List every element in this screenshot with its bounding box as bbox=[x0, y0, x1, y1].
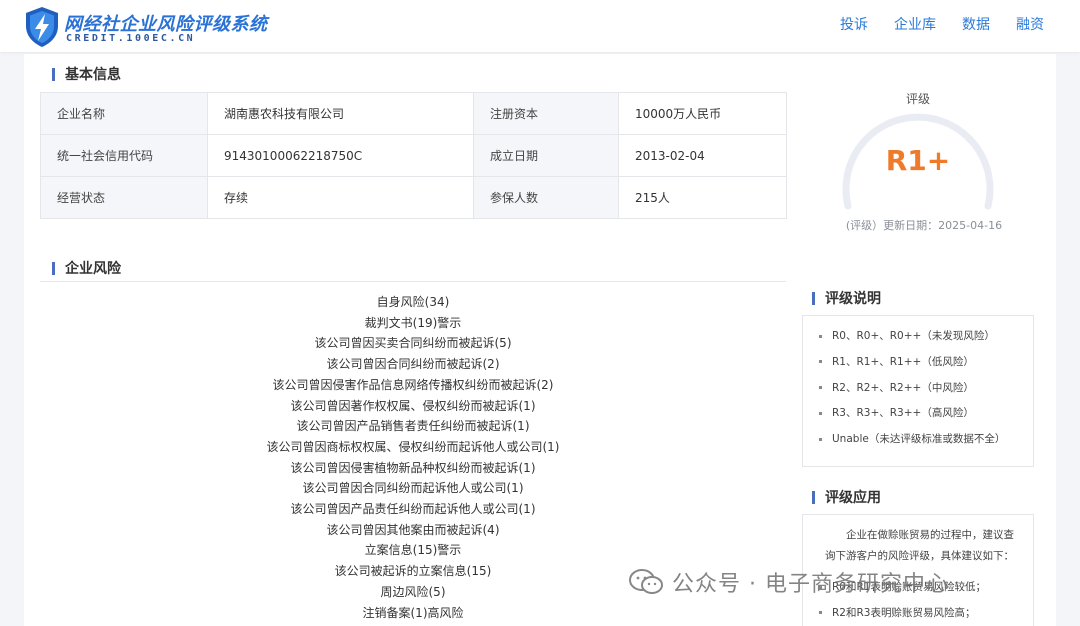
rating-desc-title: 评级说明 bbox=[825, 291, 881, 307]
list-item[interactable]: 该公司曾因著作权权属、侵权纠纷而被起诉(1) bbox=[40, 396, 786, 417]
list-item: R1、R1+、R1++（低风险） bbox=[819, 350, 1033, 376]
basic-info-table: 企业名称 湖南惠农科技有限公司 注册资本 10000万人民币 统一社会信用代码 … bbox=[40, 92, 787, 219]
wechat-icon bbox=[629, 569, 663, 594]
credit-code-label: 统一社会信用代码 bbox=[40, 134, 208, 177]
list-item[interactable]: 该公司曾因合同纠纷而起诉他人或公司(1) bbox=[40, 478, 786, 499]
founding-date-value: 2013-02-04 bbox=[618, 134, 787, 177]
list-item: Unable（未达评级标准或数据不全） bbox=[819, 427, 1033, 453]
heading-accent-bar bbox=[52, 261, 55, 275]
rating-label: 评级 bbox=[905, 92, 930, 106]
rating-desc-text: R2、R2+、R2++（中风险） bbox=[832, 381, 974, 394]
rating-desc-text: R1、R1+、R1++（低风险） bbox=[832, 355, 974, 368]
list-item[interactable]: 该公司曾因产品销售者责任纠纷而被起诉(1) bbox=[40, 416, 786, 437]
list-item: R3、R3+、R3++（高风险） bbox=[819, 401, 1033, 427]
bullet-icon bbox=[819, 386, 822, 390]
list-item: R2和R3表明赊账贸易风险高； bbox=[819, 601, 1033, 626]
basic-info-title: 基本信息 bbox=[65, 67, 121, 83]
table-row: 经营状态 存续 参保人数 215人 bbox=[40, 176, 787, 219]
nav-company-library[interactable]: 企业库 bbox=[894, 14, 936, 34]
company-name-value: 湖南惠农科技有限公司 bbox=[207, 92, 474, 135]
rating-app-title: 评级应用 bbox=[825, 490, 881, 506]
bullet-icon bbox=[819, 411, 822, 415]
company-detail-panel: 基本信息 企业名称 湖南惠农科技有限公司 注册资本 10000万人民币 统一社会… bbox=[24, 54, 1056, 626]
rating-desc-text: Unable（未达评级标准或数据不全） bbox=[832, 433, 1006, 446]
insured-count-value: 215人 bbox=[618, 176, 787, 219]
risk-title: 企业风险 bbox=[65, 261, 121, 277]
business-status-label: 经营状态 bbox=[40, 176, 208, 219]
founding-date-label: 成立日期 bbox=[473, 134, 619, 177]
bullet-icon bbox=[819, 360, 822, 364]
list-item[interactable]: 该公司曾因产品责任纠纷而起诉他人或公司(1) bbox=[40, 499, 786, 520]
registered-capital-value: 10000万人民币 bbox=[618, 92, 787, 135]
heading-accent-bar bbox=[52, 67, 55, 81]
list-item[interactable]: 该公司曾因买卖合同纠纷而被起诉(5) bbox=[40, 333, 786, 354]
list-item: R2、R2+、R2++（中风险） bbox=[819, 376, 1033, 402]
bullet-icon bbox=[819, 437, 822, 441]
nav-complaints[interactable]: 投诉 bbox=[840, 14, 868, 34]
insured-count-label: 参保人数 bbox=[473, 176, 619, 219]
rating-desc-heading: 评级说明 bbox=[812, 288, 881, 308]
risk-item-judgments[interactable]: 裁判文书(19)警示 bbox=[40, 313, 786, 334]
rating-desc-text: R3、R3+、R3++（高风险） bbox=[832, 407, 974, 420]
nav-data[interactable]: 数据 bbox=[962, 14, 990, 34]
list-item[interactable]: 该公司曾因其他案由而被起诉(4) bbox=[40, 520, 786, 541]
list-item[interactable]: 该公司曾因合同纠纷而被起诉(2) bbox=[40, 354, 786, 375]
basic-info-heading: 基本信息 bbox=[52, 64, 121, 84]
rating-desc-text: R0、R0+、R0++（未发现风险） bbox=[832, 330, 995, 342]
list-item: R0、R0+、R0++（未发现风险） bbox=[819, 324, 1033, 350]
table-row: 企业名称 湖南惠农科技有限公司 注册资本 10000万人民币 bbox=[40, 92, 787, 135]
credit-code-value: 91430100062218750C bbox=[207, 134, 474, 177]
section-divider bbox=[40, 281, 786, 282]
list-item[interactable]: 该公司曾因侵害作品信息网络传播权纠纷而被起诉(2) bbox=[40, 375, 786, 396]
shield-lightning-logo-icon[interactable] bbox=[24, 6, 60, 48]
wechat-watermark: 公众号 · 电子商务研究中心 bbox=[628, 566, 949, 598]
list-item[interactable]: 该公司曾因商标权权属、侵权纠纷而起诉他人或公司(1) bbox=[40, 437, 786, 458]
main-nav: 投诉 企业库 数据 融资 bbox=[840, 14, 1044, 34]
rating-app-item: R2和R3表明赊账贸易风险高； bbox=[832, 606, 976, 619]
company-name-label: 企业名称 bbox=[40, 92, 208, 135]
rating-update-date: (评级）更新日期：2025-04-16 bbox=[845, 219, 1003, 232]
table-row: 统一社会信用代码 91430100062218750C 成立日期 2013-02… bbox=[40, 134, 787, 177]
rating-desc-box: R0、R0+、R0++（未发现风险） R1、R1+、R1++（低风险） R2、R… bbox=[802, 315, 1034, 467]
heading-accent-bar bbox=[812, 291, 815, 305]
risk-item-self[interactable]: 自身风险(34) bbox=[40, 292, 786, 313]
rating-value: R1+ bbox=[885, 144, 951, 177]
list-item[interactable]: 注销备案(1)高风险 bbox=[40, 603, 786, 624]
bullet-icon bbox=[819, 611, 822, 615]
list-item[interactable]: 该公司曾因侵害植物新品种权纠纷而被起诉(1) bbox=[40, 458, 786, 479]
registered-capital-label: 注册资本 bbox=[473, 92, 619, 135]
bullet-icon bbox=[819, 334, 822, 338]
rating-app-text: 企业在做赊账贸易的过程中，建议查询下游客户的风险评级，具体建议如下： bbox=[825, 529, 1014, 562]
brand-domain[interactable]: CREDIT.100EC.CN bbox=[66, 33, 195, 44]
rating-app-heading: 评级应用 bbox=[812, 487, 881, 507]
heading-accent-bar bbox=[812, 490, 815, 504]
nav-financing[interactable]: 融资 bbox=[1016, 14, 1044, 34]
risk-heading: 企业风险 bbox=[52, 258, 121, 278]
risk-item-filings[interactable]: 立案信息(15)警示 bbox=[40, 540, 786, 561]
watermark-text: 公众号 · 电子商务研究中心 bbox=[672, 572, 949, 597]
business-status-value: 存续 bbox=[207, 176, 474, 219]
top-header: 网经社企业风险评级系统 CREDIT.100EC.CN 投诉 企业库 数据 融资 bbox=[0, 0, 1080, 52]
